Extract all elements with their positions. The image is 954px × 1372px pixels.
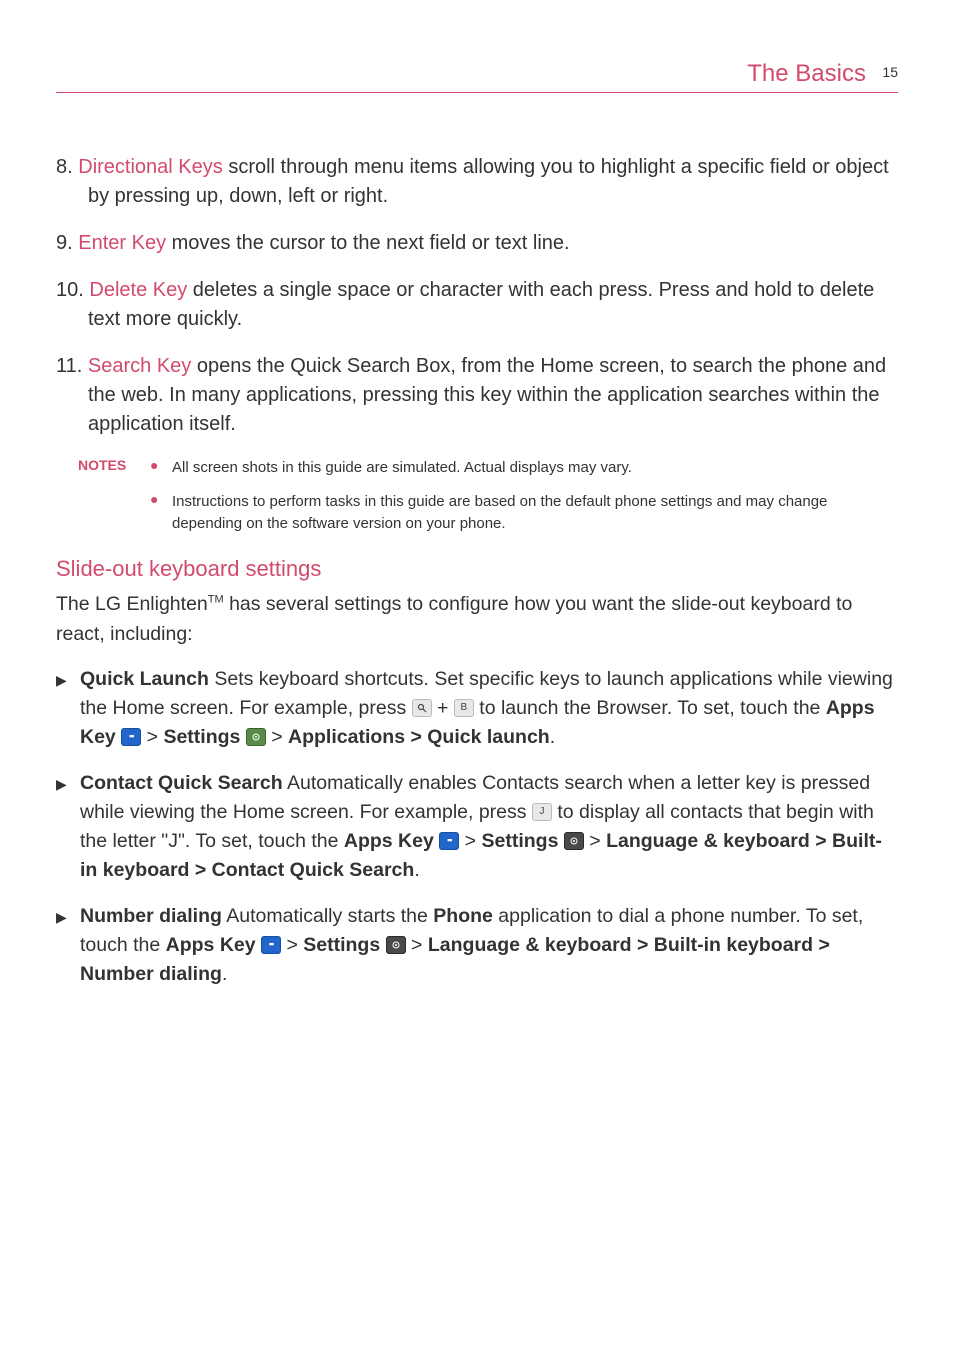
apps-key-icon: ▪▪: [121, 728, 141, 746]
section-intro: The LG EnlightenTM has several settings …: [56, 590, 898, 649]
b3-apps: Apps Key: [166, 934, 256, 956]
bullet-contact-quick-search: ▶ Contact Quick Search Automatically ena…: [56, 769, 898, 886]
search-key-icon: [412, 699, 432, 717]
header-title: The Basics: [747, 60, 866, 87]
item-10-term: Delete Key: [89, 279, 187, 301]
bullet-quick-launch: ▶ Quick Launch Sets keyboard shortcuts. …: [56, 665, 898, 753]
b3-dot: .: [222, 963, 227, 985]
b3-gt2: >: [406, 934, 428, 956]
b1-gt1: >: [141, 726, 163, 748]
b2-dot: .: [414, 859, 419, 881]
b1-plus: +: [432, 697, 454, 719]
settings-icon: [246, 728, 266, 746]
notes-block: NOTES ● All screen shots in this guide a…: [78, 457, 898, 534]
bullet-number-dialing: ▶ Number dialing Automatically starts th…: [56, 902, 898, 990]
item-11-term: Search Key: [88, 355, 191, 377]
section-heading: Slide-out keyboard settings: [56, 556, 898, 582]
triangle-icon: ▶: [56, 769, 80, 886]
item-10-num: 10.: [56, 279, 84, 301]
b2-gt1: >: [459, 830, 481, 852]
note-2: Instructions to perform tasks in this gu…: [172, 491, 898, 535]
b1-t2: to launch the Browser. To set, touch the: [474, 697, 826, 719]
b2-gt2: >: [584, 830, 606, 852]
item-10: 10. Delete Key deletes a single space or…: [56, 276, 898, 334]
b3-t1: Automatically starts the: [222, 905, 433, 927]
j-key-icon: J: [532, 803, 552, 821]
b1-dot: .: [550, 726, 555, 748]
item-9-text: moves the cursor to the next field or te…: [166, 232, 570, 254]
b2-term: Contact Quick Search: [80, 772, 283, 794]
item-11-text: opens the Quick Search Box, from the Hom…: [88, 355, 886, 435]
b1-term: Quick Launch: [80, 668, 209, 690]
settings-icon: [386, 936, 406, 954]
b1-path: Applications > Quick launch: [288, 726, 550, 748]
triangle-icon: ▶: [56, 665, 80, 753]
b1-gt2: >: [266, 726, 288, 748]
item-8-num: 8.: [56, 156, 73, 178]
item-9-term: Enter Key: [78, 232, 166, 254]
note-1: All screen shots in this guide are simul…: [172, 457, 898, 479]
page-number: 15: [882, 64, 898, 80]
item-8: 8. Directional Keys scroll through menu …: [56, 153, 898, 211]
b3-term: Number dialing: [80, 905, 222, 927]
page-header: The Basics 15: [56, 60, 898, 93]
item-11: 11. Search Key opens the Quick Search Bo…: [56, 352, 898, 439]
item-11-num: 11.: [56, 355, 82, 377]
item-8-term: Directional Keys: [78, 156, 223, 178]
b2-apps: Apps Key: [344, 830, 434, 852]
intro-tm: TM: [208, 594, 224, 606]
b-key-icon: B: [454, 699, 474, 717]
apps-key-icon: ▪▪: [261, 936, 281, 954]
item-9: 9. Enter Key moves the cursor to the nex…: [56, 229, 898, 258]
b2-settings: Settings: [482, 830, 559, 852]
settings-icon: [564, 832, 584, 850]
triangle-icon: ▶: [56, 902, 80, 990]
intro-a: The LG Enlighten: [56, 593, 208, 615]
bullet-icon: ●: [150, 491, 162, 535]
item-9-num: 9.: [56, 232, 73, 254]
b3-phone: Phone: [433, 905, 493, 927]
b1-settings: Settings: [163, 726, 240, 748]
notes-label: NOTES: [78, 457, 126, 473]
bullet-icon: ●: [150, 457, 162, 479]
item-10-text: deletes a single space or character with…: [88, 279, 874, 330]
b3-gt1: >: [281, 934, 303, 956]
b3-settings: Settings: [303, 934, 380, 956]
apps-key-icon: ▪▪: [439, 832, 459, 850]
